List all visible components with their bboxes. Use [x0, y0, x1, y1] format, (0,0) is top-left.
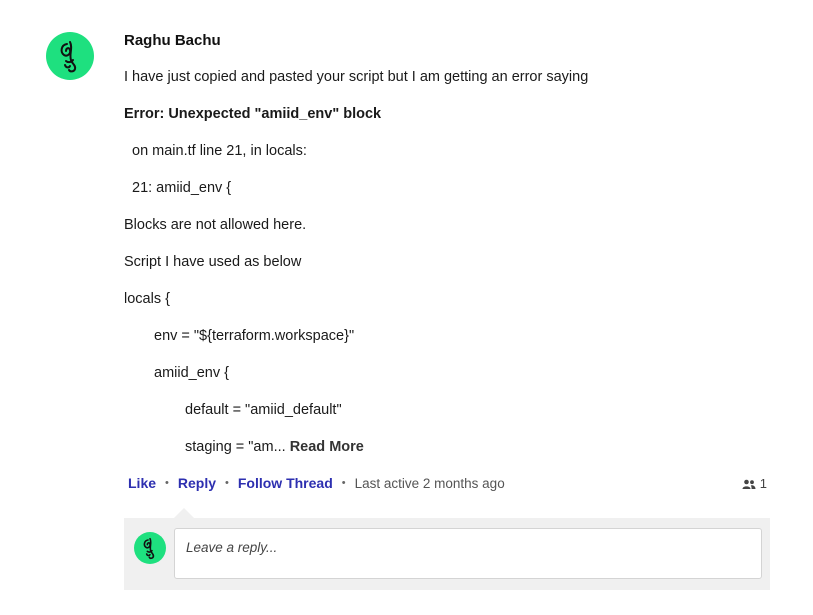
comment-line: env = "${terraform.workspace}"	[154, 328, 355, 344]
reply-input[interactable]: Leave a reply...	[174, 528, 762, 579]
follow-thread-button[interactable]: Follow Thread	[238, 475, 333, 491]
comment-line: default = "amiid_default"	[185, 402, 342, 418]
read-more-link[interactable]: Read More	[290, 439, 364, 455]
comment-line: Script I have used as below	[124, 254, 302, 270]
comment-line-truncated: staging = "am... Read More	[185, 439, 364, 455]
reply-button[interactable]: Reply	[178, 475, 216, 491]
comment-line: Blocks are not allowed here.	[124, 217, 307, 233]
comment-line: amiid_env {	[154, 365, 229, 381]
author-avatar[interactable]	[46, 32, 94, 80]
followers-count-value: 1	[759, 476, 767, 491]
people-icon	[742, 479, 756, 489]
comment-line: staging = "am...	[185, 439, 286, 455]
abstract-face-avatar-icon	[143, 537, 155, 560]
author-name[interactable]: Raghu Bachu	[124, 32, 221, 49]
comment-line: 21: amiid_env {	[132, 180, 232, 196]
comment-actions: Like • Reply • Follow Thread • Last acti…	[128, 475, 505, 491]
like-button[interactable]: Like	[128, 475, 156, 491]
comment-line: locals {	[124, 291, 170, 307]
separator: •	[225, 477, 229, 489]
comment-line: Error: Unexpected "amiid_env" block	[124, 106, 382, 122]
current-user-avatar	[134, 532, 166, 564]
abstract-face-avatar-icon	[60, 41, 77, 73]
separator: •	[341, 477, 346, 489]
reply-box-notch	[174, 508, 194, 518]
comment-line: I have just copied and pasted your scrip…	[124, 69, 589, 85]
followers-count[interactable]: 1	[742, 476, 767, 491]
separator: •	[165, 477, 169, 489]
comment-line: on main.tf line 21, in locals:	[132, 143, 307, 159]
last-active-text: Last active 2 months ago	[354, 475, 505, 491]
